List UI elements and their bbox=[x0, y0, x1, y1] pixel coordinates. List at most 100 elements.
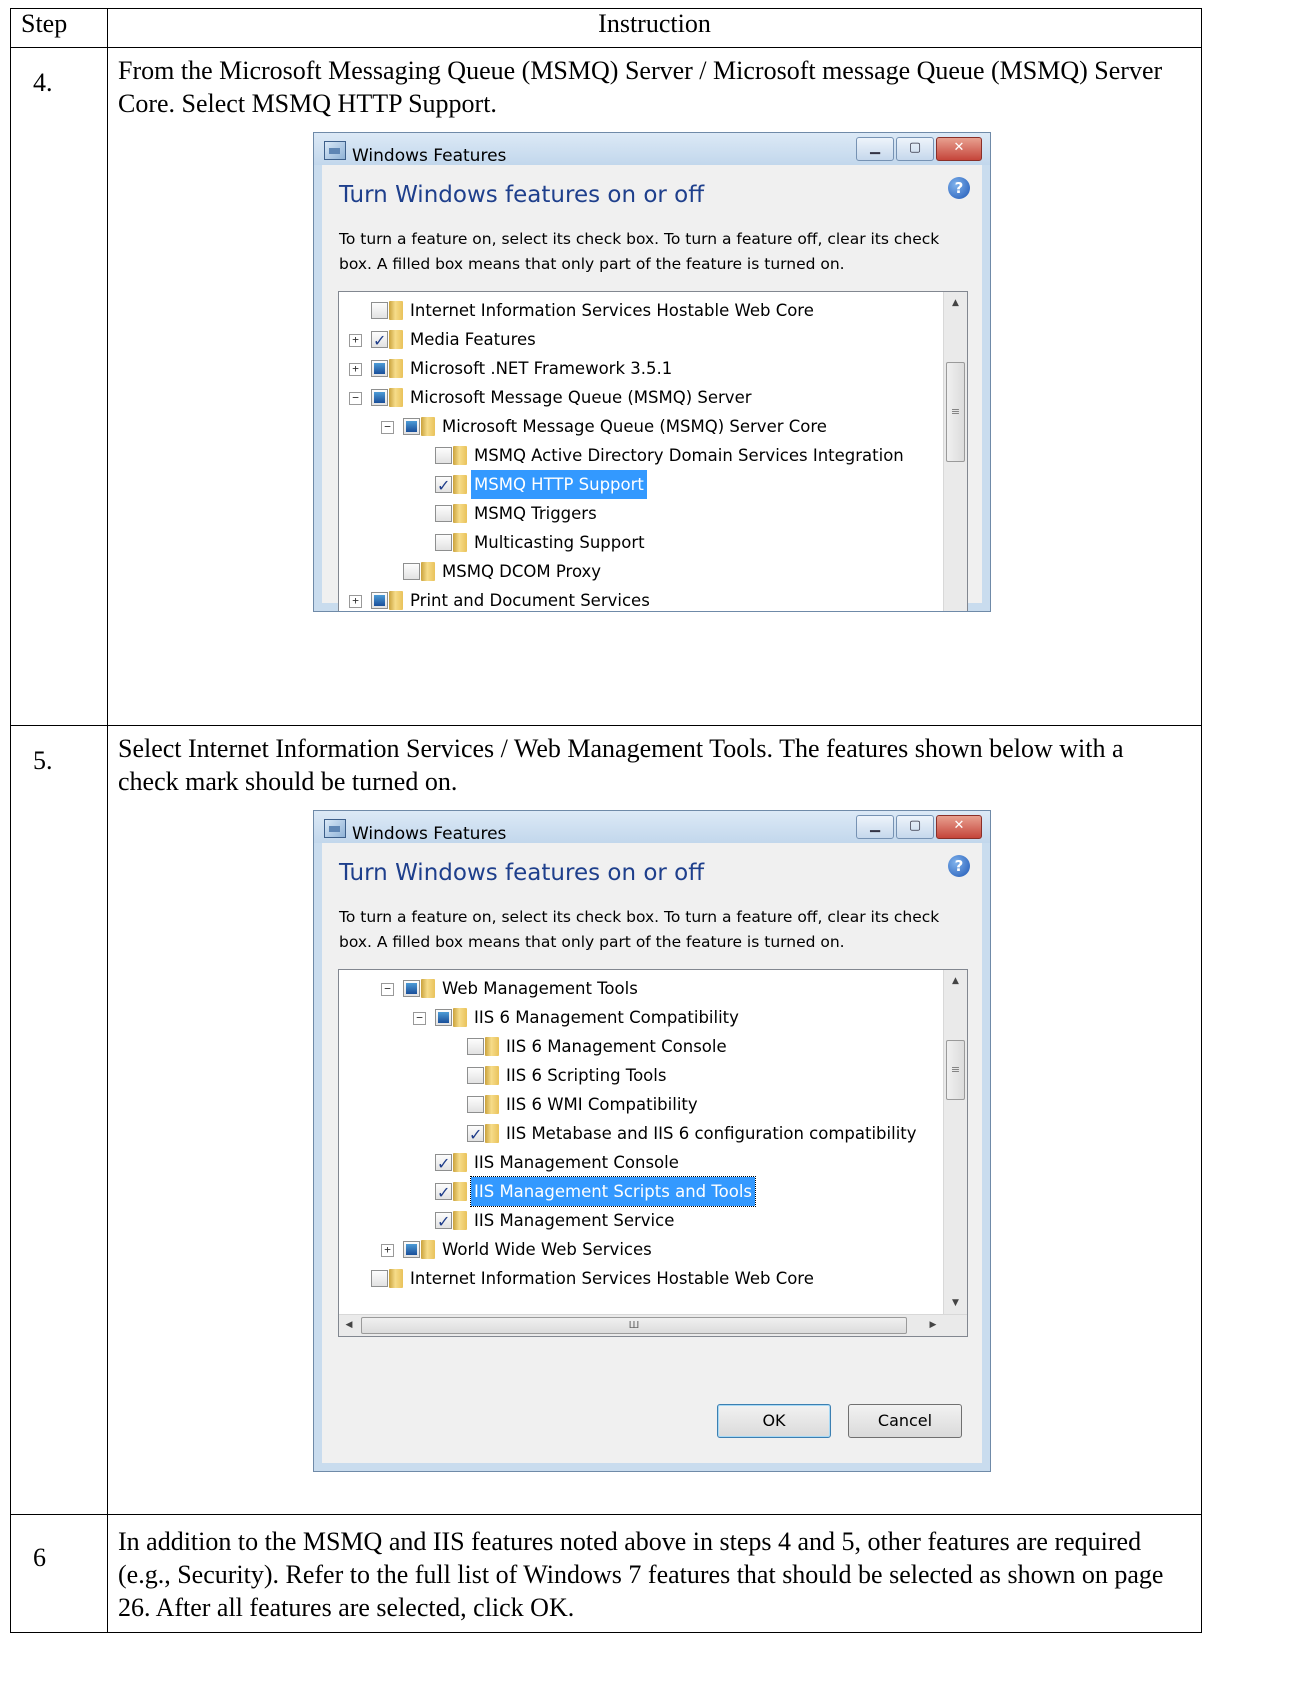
scroll-left-arrow[interactable]: ◀ bbox=[339, 1315, 359, 1336]
scroll-up-arrow[interactable]: ▲ bbox=[944, 970, 967, 992]
feature-checkbox[interactable] bbox=[435, 447, 452, 464]
feature-checkbox[interactable] bbox=[435, 505, 452, 522]
feature-tree-item[interactable]: − Web Management Tools bbox=[339, 974, 943, 1003]
cancel-button[interactable]: Cancel bbox=[848, 1404, 962, 1438]
feature-label: IIS 6 WMI Compatibility bbox=[506, 1095, 698, 1114]
folder-icon bbox=[389, 359, 403, 378]
folder-icon bbox=[485, 1037, 499, 1056]
minimize-button[interactable]: ▁ bbox=[856, 815, 894, 839]
feature-tree-item[interactable]: IIS Management Service bbox=[339, 1206, 943, 1236]
horizontal-scrollbar[interactable]: ◀ Ш ▶ bbox=[339, 1314, 967, 1336]
table-header-row: Step Instruction bbox=[10, 8, 1202, 48]
feature-label: IIS Management Scripts and Tools bbox=[469, 1176, 757, 1207]
feature-label: MSMQ DCOM Proxy bbox=[442, 562, 602, 581]
collapse-icon[interactable]: − bbox=[349, 392, 362, 405]
feature-checkbox[interactable] bbox=[371, 389, 388, 406]
help-icon[interactable]: ? bbox=[948, 855, 970, 877]
feature-tree-item[interactable]: MSMQ Active Directory Domain Services In… bbox=[339, 441, 943, 470]
feature-tree[interactable]: − Web Management Tools − IIS 6 Management C… bbox=[338, 969, 968, 1337]
expand-icon[interactable]: + bbox=[381, 1244, 394, 1257]
folder-icon bbox=[389, 388, 403, 407]
feature-tree[interactable]: Internet Information Services Hostable W… bbox=[338, 291, 968, 611]
feature-checkbox[interactable] bbox=[467, 1120, 484, 1149]
feature-tree-item[interactable]: + Media Features bbox=[339, 325, 943, 355]
instruction-text: From the Microsoft Messaging Queue (MSMQ… bbox=[118, 56, 1163, 118]
collapse-icon[interactable]: − bbox=[381, 983, 394, 996]
feature-tree-item[interactable]: Internet Information Services Hostable W… bbox=[339, 296, 943, 325]
feature-checkbox[interactable] bbox=[435, 1149, 452, 1178]
expand-icon[interactable]: + bbox=[349, 363, 362, 376]
feature-checkbox[interactable] bbox=[403, 418, 420, 435]
feature-label: IIS Management Service bbox=[474, 1211, 675, 1230]
feature-checkbox[interactable] bbox=[403, 563, 420, 580]
feature-checkbox[interactable] bbox=[403, 1241, 420, 1258]
vertical-scrollbar[interactable]: ▲ ≡ ▼ bbox=[943, 970, 967, 1314]
feature-checkbox[interactable] bbox=[467, 1038, 484, 1055]
feature-tree-item[interactable]: − IIS 6 Management Compatibility bbox=[339, 1003, 943, 1032]
feature-tree-item[interactable]: − Microsoft Message Queue (MSMQ) Server C… bbox=[339, 412, 943, 441]
feature-tree-item[interactable]: + World Wide Web Services bbox=[339, 1235, 943, 1264]
feature-tree-item[interactable]: + Microsoft .NET Framework 3.5.1 bbox=[339, 354, 943, 383]
folder-icon bbox=[453, 1008, 467, 1027]
feature-tree-item[interactable]: IIS Metabase and IIS 6 configuration com… bbox=[339, 1119, 943, 1149]
maximize-button[interactable]: ▢ bbox=[896, 137, 934, 161]
folder-icon bbox=[389, 330, 403, 349]
feature-tree-item[interactable]: IIS 6 Management Console bbox=[339, 1032, 943, 1061]
windows-features-icon bbox=[324, 141, 346, 160]
feature-checkbox[interactable] bbox=[371, 360, 388, 377]
folder-icon bbox=[389, 1269, 403, 1288]
collapse-icon[interactable]: − bbox=[381, 421, 394, 434]
feature-checkbox[interactable] bbox=[435, 534, 452, 551]
feature-checkbox[interactable] bbox=[371, 326, 388, 355]
feature-tree-item[interactable]: IIS Management Scripts and Tools bbox=[339, 1176, 943, 1207]
feature-checkbox[interactable] bbox=[467, 1096, 484, 1113]
feature-checkbox[interactable] bbox=[435, 471, 452, 500]
feature-tree-item[interactable]: Multicasting Support bbox=[339, 528, 943, 557]
close-button[interactable]: ✕ bbox=[936, 815, 982, 839]
feature-tree-item[interactable]: + Print and Document Services bbox=[339, 586, 943, 611]
feature-tree-item[interactable]: MSMQ HTTP Support bbox=[339, 470, 943, 500]
vertical-scrollbar[interactable]: ▲ ≡ bbox=[943, 292, 967, 611]
help-icon[interactable]: ? bbox=[948, 177, 970, 199]
expand-icon[interactable]: + bbox=[349, 595, 362, 608]
feature-tree-item[interactable]: − Microsoft Message Queue (MSMQ) Server bbox=[339, 383, 943, 412]
maximize-button[interactable]: ▢ bbox=[896, 815, 934, 839]
feature-label: IIS 6 Management Console bbox=[506, 1037, 727, 1056]
feature-checkbox[interactable] bbox=[371, 1270, 388, 1287]
feature-tree-item[interactable]: IIS Management Console bbox=[339, 1148, 943, 1178]
folder-icon bbox=[389, 301, 403, 320]
ok-button[interactable]: OK bbox=[717, 1404, 831, 1438]
horizontal-scroll-thumb[interactable]: Ш bbox=[361, 1317, 907, 1334]
feature-checkbox[interactable] bbox=[435, 1178, 452, 1207]
minimize-button[interactable]: ▁ bbox=[856, 137, 894, 161]
windows-features-icon bbox=[324, 819, 346, 838]
feature-tree-item[interactable]: IIS 6 Scripting Tools bbox=[339, 1061, 943, 1090]
folder-icon bbox=[421, 979, 435, 998]
expand-icon[interactable]: + bbox=[349, 334, 362, 347]
feature-checkbox[interactable] bbox=[435, 1009, 452, 1026]
dialog-title-bar[interactable]: Windows Features ▁ ▢ ✕ bbox=[314, 811, 990, 844]
feature-checkbox[interactable] bbox=[403, 980, 420, 997]
scroll-right-arrow[interactable]: ▶ bbox=[923, 1315, 943, 1336]
dialog-title-bar[interactable]: Windows Features ▁ ▢ ✕ bbox=[314, 133, 990, 166]
feature-checkbox[interactable] bbox=[371, 302, 388, 319]
feature-checkbox[interactable] bbox=[467, 1067, 484, 1084]
feature-tree-item[interactable]: IIS 6 WMI Compatibility bbox=[339, 1090, 943, 1119]
feature-tree-item[interactable]: Internet Information Services Hostable W… bbox=[339, 1264, 943, 1293]
feature-tree-item[interactable]: MSMQ Triggers bbox=[339, 499, 943, 528]
feature-tree-item[interactable]: MSMQ DCOM Proxy bbox=[339, 557, 943, 586]
close-button[interactable]: ✕ bbox=[936, 137, 982, 161]
scroll-up-arrow[interactable]: ▲ bbox=[944, 292, 967, 314]
collapse-icon[interactable]: − bbox=[413, 1012, 426, 1025]
scroll-down-arrow[interactable]: ▼ bbox=[944, 1292, 967, 1314]
table-row: 5. Select Internet Information Services … bbox=[10, 725, 1202, 1515]
feature-checkbox[interactable] bbox=[371, 592, 388, 609]
folder-icon bbox=[485, 1066, 499, 1085]
step-instruction: In addition to the MSMQ and IIS features… bbox=[107, 1514, 1202, 1633]
folder-icon bbox=[485, 1124, 499, 1143]
feature-label: Microsoft Message Queue (MSMQ) Server bbox=[410, 388, 752, 407]
scroll-thumb[interactable]: ≡ bbox=[946, 1040, 965, 1100]
scroll-thumb[interactable]: ≡ bbox=[946, 362, 965, 462]
feature-label: Media Features bbox=[410, 330, 536, 349]
feature-checkbox[interactable] bbox=[435, 1207, 452, 1236]
